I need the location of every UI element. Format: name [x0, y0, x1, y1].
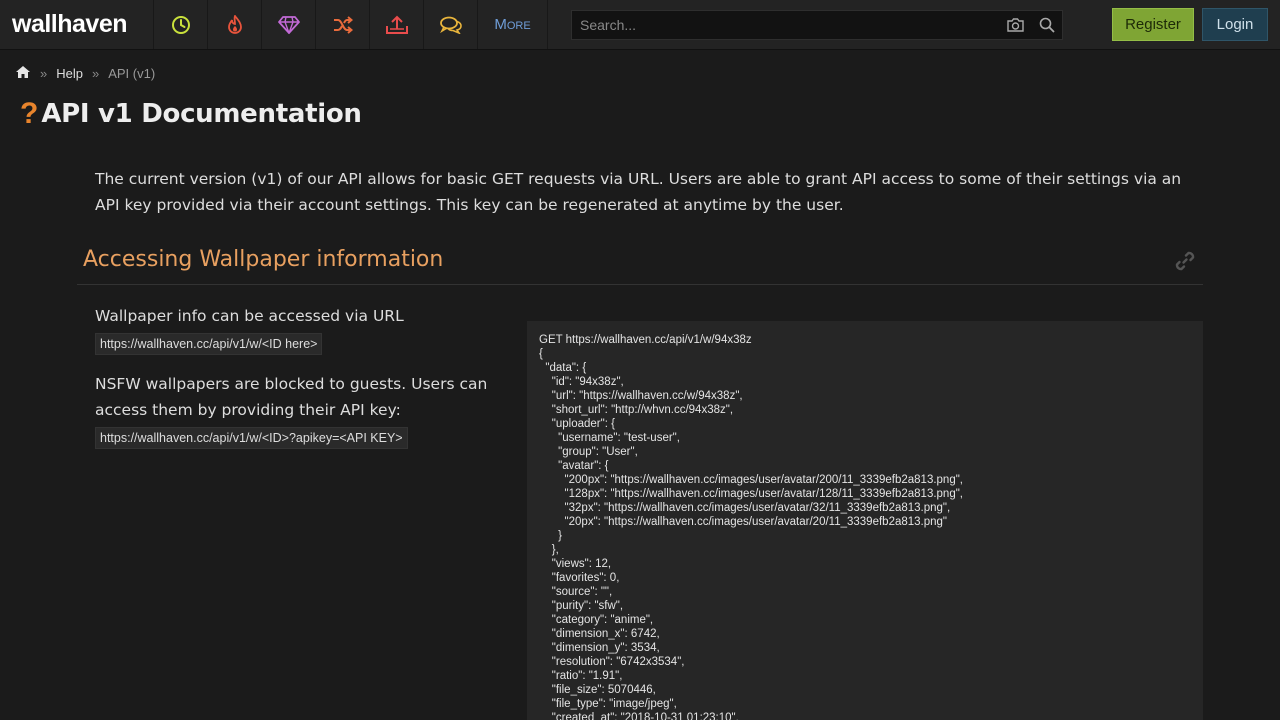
flame-icon	[227, 14, 242, 34]
code-line: "200px": "https://wallhaven.cc/images/us…	[539, 474, 963, 486]
code-line: "ratio": "1.91",	[539, 670, 623, 682]
code-line: "short_url": "http://whvn.cc/94x38z",	[539, 404, 734, 416]
code-line: "category": "anime",	[539, 614, 654, 626]
nsfw-description: NSFW wallpapers are blocked to guests. U…	[95, 375, 488, 419]
code-line: "data": {	[539, 362, 587, 374]
random-button[interactable]	[316, 0, 370, 49]
code-line: "32px": "https://wallhaven.cc/images/use…	[539, 502, 951, 514]
toplist-button[interactable]	[262, 0, 316, 49]
code-line: "dimension_x": 6742,	[539, 628, 660, 640]
code-line: "file_type": "image/jpeg",	[539, 698, 677, 710]
code-line: "purity": "sfw",	[539, 600, 624, 612]
camera-search-button[interactable]	[1000, 11, 1031, 39]
more-menu-button[interactable]: More	[478, 0, 548, 49]
shuffle-icon	[333, 15, 353, 34]
upload-button[interactable]	[370, 0, 424, 49]
login-button[interactable]: Login	[1202, 8, 1268, 41]
code-line: "file_size": 5070446,	[539, 684, 656, 696]
code-line: "group": "User",	[539, 446, 638, 458]
home-icon	[16, 65, 30, 78]
intro-paragraph: The current version (v1) of our API allo…	[95, 170, 1182, 214]
code-line: "favorites": 0,	[539, 572, 620, 584]
code-line: "created_at": "2018-10-31 01:23:10",	[539, 712, 739, 720]
breadcrumb-separator: »	[91, 65, 100, 81]
code-line: "source": "",	[539, 586, 613, 598]
code-line: "dimension_y": 3534,	[539, 642, 660, 654]
question-mark-icon: ?	[20, 97, 39, 130]
code-line: "views": 12,	[539, 558, 612, 570]
section-header: Accessing Wallpaper information	[77, 244, 1203, 285]
code-line: "20px": "https://wallhaven.cc/images/use…	[539, 516, 948, 528]
register-button[interactable]: Register	[1112, 8, 1194, 41]
upload-icon	[385, 15, 408, 34]
clock-icon	[171, 15, 190, 34]
info-description: Wallpaper info can be accessed via URL	[95, 307, 404, 325]
page-title: ? API v1 Documentation	[20, 96, 362, 132]
code-line: },	[539, 544, 559, 556]
code-line: GET https://wallhaven.cc/api/v1/w/94x38z	[539, 334, 752, 346]
code-line: }	[539, 530, 563, 542]
info-url-code: https://wallhaven.cc/api/v1/w/<ID here>	[95, 333, 323, 355]
access-instructions: Wallpaper info can be accessed via URL h…	[95, 303, 505, 465]
code-line: "128px": "https://wallhaven.cc/images/us…	[539, 488, 963, 500]
code-line: "avatar": {	[539, 460, 609, 472]
code-line: "uploader": {	[539, 418, 615, 430]
forums-button[interactable]	[424, 0, 478, 49]
code-line: "id": "94x38z",	[539, 376, 624, 388]
response-example-code: GET https://wallhaven.cc/api/v1/w/94x38z…	[527, 321, 1203, 720]
breadcrumb-current: API (v1)	[108, 65, 156, 81]
latest-button[interactable]	[154, 0, 208, 49]
code-line: {	[539, 348, 543, 360]
breadcrumb-separator: »	[40, 65, 48, 81]
search-submit-button[interactable]	[1031, 11, 1062, 39]
breadcrumb-help-link[interactable]: Help	[56, 66, 83, 81]
link-icon	[1175, 251, 1195, 271]
camera-icon	[1007, 18, 1024, 32]
code-line: "username": "test-user",	[539, 432, 680, 444]
search-icon	[1039, 17, 1055, 33]
chat-icon	[439, 16, 462, 34]
breadcrumb: » Help » API (v1)	[15, 64, 155, 82]
code-content: GET https://wallhaven.cc/api/v1/w/94x38z…	[539, 333, 1203, 720]
code-line: "resolution": "6742x3534",	[539, 656, 685, 668]
page-title-text: API v1 Documentation	[41, 99, 362, 129]
search-input[interactable]	[572, 11, 1000, 39]
home-link[interactable]	[15, 65, 31, 82]
section-anchor-link[interactable]	[1173, 249, 1197, 277]
diamond-icon	[277, 15, 300, 34]
hot-button[interactable]	[208, 0, 262, 49]
code-line: "url": "https://wallhaven.cc/w/94x38z",	[539, 390, 743, 402]
nsfw-url-code: https://wallhaven.cc/api/v1/w/<ID>?apike…	[95, 427, 408, 449]
site-logo[interactable]: wallhaven	[0, 0, 154, 49]
section-heading: Accessing Wallpaper information	[83, 247, 444, 272]
search-bar	[571, 10, 1063, 40]
